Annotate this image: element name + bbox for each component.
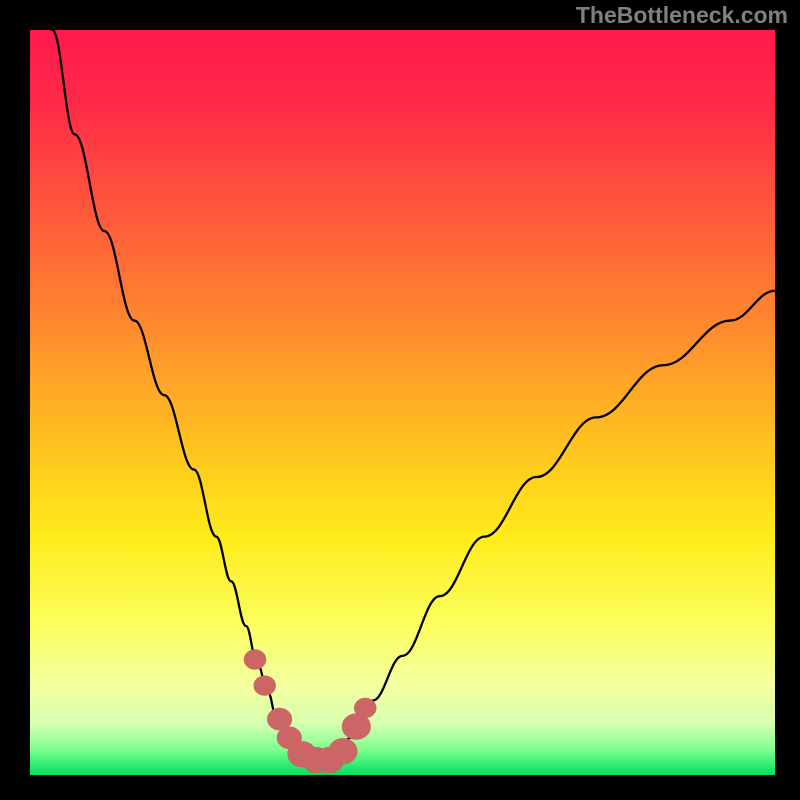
- marker-7: [329, 738, 357, 763]
- marker-1: [254, 676, 275, 695]
- plot-background: [30, 30, 775, 775]
- marker-0: [244, 650, 265, 669]
- bottleneck-chart: [0, 0, 800, 800]
- chart-frame: TheBottleneck.com: [0, 0, 800, 800]
- watermark-text: TheBottleneck.com: [576, 2, 788, 29]
- marker-9: [355, 698, 376, 717]
